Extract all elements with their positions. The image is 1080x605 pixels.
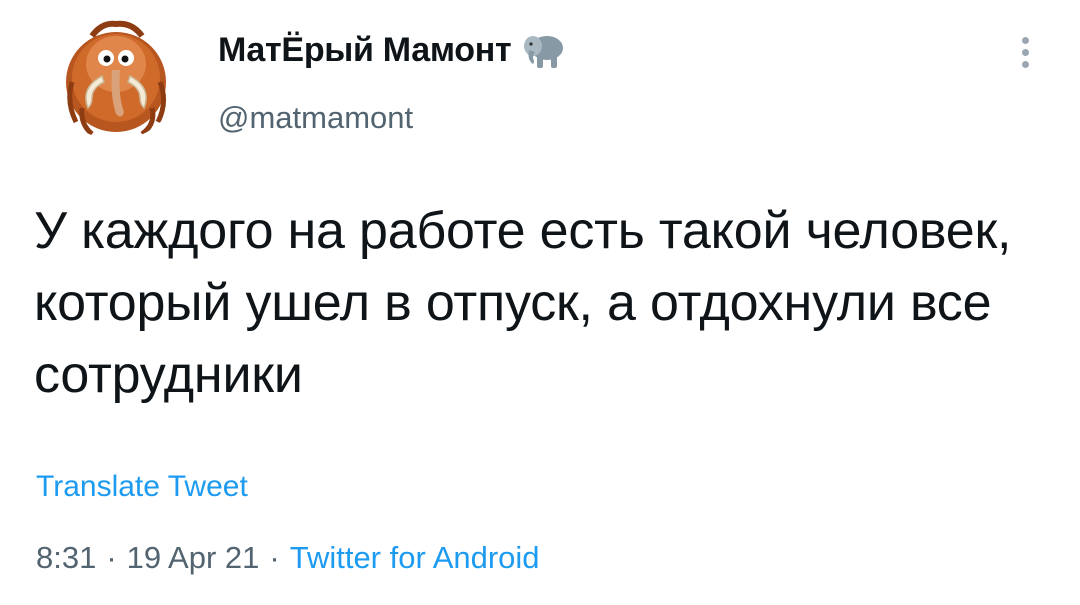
- tweet-card: МатЁрый Мамонт @matmamont У каждого на р…: [0, 0, 1080, 605]
- tweet-date[interactable]: 19 Apr 21: [127, 540, 260, 575]
- author-display-name[interactable]: МатЁрый Мамонт: [218, 30, 569, 70]
- tweet-time[interactable]: 8:31: [36, 540, 96, 575]
- tweet-text: У каждого на работе есть такой человек, …: [34, 202, 1012, 404]
- mammoth-avatar-icon: [52, 12, 180, 140]
- avatar[interactable]: [52, 12, 180, 140]
- more-dot: [1021, 48, 1029, 56]
- more-dot: [1021, 60, 1029, 68]
- author-name-text: МатЁрый Мамонт: [218, 30, 512, 69]
- elephant-icon: [521, 30, 569, 70]
- tweet-source-link[interactable]: Twitter for Android: [290, 540, 540, 575]
- meta-separator: ·: [106, 540, 117, 575]
- translate-tweet-link[interactable]: Translate Tweet: [36, 470, 248, 504]
- meta-separator: ·: [269, 540, 280, 575]
- more-vertical-icon[interactable]: [1008, 28, 1042, 76]
- tweet-metadata: 8:31 · 19 Apr 21 · Twitter for Android: [36, 540, 540, 576]
- more-dot: [1021, 36, 1029, 44]
- author-handle[interactable]: @matmamont: [218, 100, 413, 136]
